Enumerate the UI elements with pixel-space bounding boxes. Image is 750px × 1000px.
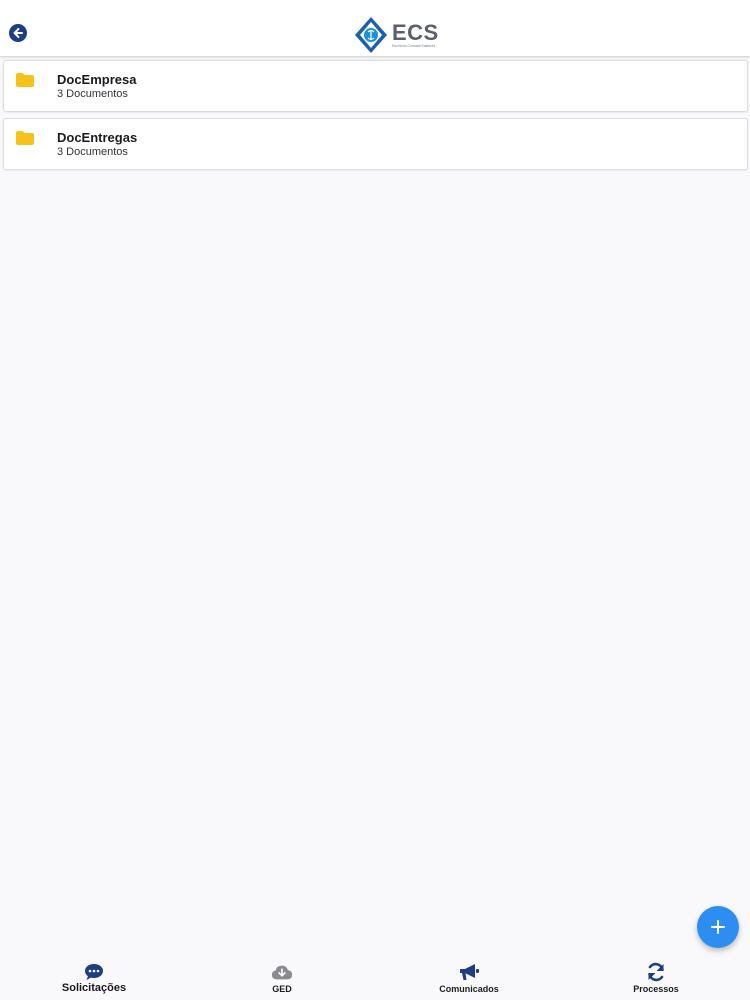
sync-icon (648, 962, 664, 982)
logo-subtitle: Escritorio Contabil Sustenta (392, 44, 436, 48)
bottom-tab-bar: Solicitações GED Comunicados Processos (0, 958, 750, 1000)
tab-ged[interactable]: GED (222, 962, 342, 998)
tab-solicitacoes[interactable]: Solicitações (34, 962, 154, 998)
plus-icon (711, 920, 725, 934)
chat-icon (85, 964, 103, 980)
folder-document-count: 3 Documentos (57, 146, 128, 158)
tab-label: Solicitações (61, 982, 127, 994)
tab-comunicados[interactable]: Comunicados (409, 962, 529, 998)
add-button[interactable] (697, 906, 739, 948)
cloud-download-icon (271, 965, 293, 980)
logo-title: ECS (392, 20, 439, 45)
folder-name: DocEntregas (57, 130, 138, 145)
folder-document-count: 3 Documentos (57, 88, 128, 100)
back-button[interactable] (9, 24, 27, 42)
folder-list: DocEmpresa 3 Documentos DocEntregas 3 Do… (3, 60, 748, 176)
tab-label: GED (272, 984, 292, 994)
app-header: ECS Escritorio Contabil Sustenta (0, 0, 750, 57)
tab-label: Comunicados (439, 984, 499, 994)
folder-item-docempresa[interactable]: DocEmpresa 3 Documentos (3, 60, 748, 112)
folder-item-docentregas[interactable]: DocEntregas 3 Documentos (3, 118, 748, 170)
ecs-logo-icon (355, 17, 387, 53)
tab-processos[interactable]: Processos (596, 962, 716, 998)
ecs-logo: ECS Escritorio Contabil Sustenta (354, 16, 440, 54)
folder-icon (16, 131, 34, 145)
folder-icon (16, 73, 34, 87)
arrow-left-icon (13, 28, 23, 38)
folder-name: DocEmpresa (57, 72, 137, 87)
tab-label: Processos (633, 984, 679, 994)
megaphone-icon (460, 964, 479, 980)
